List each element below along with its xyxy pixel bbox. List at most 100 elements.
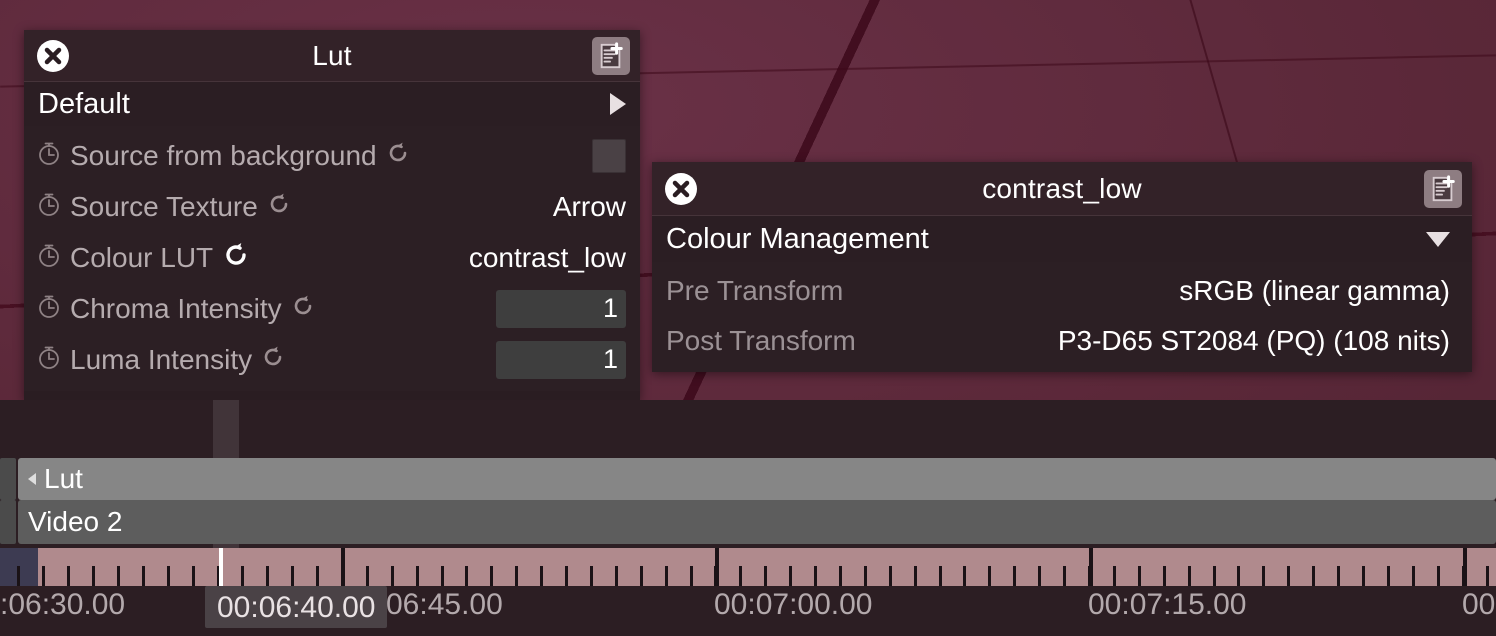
ruler-tick-minor [92, 566, 95, 586]
panel-contrast-low-titlebar[interactable]: contrast_low [652, 162, 1472, 216]
close-icon[interactable] [36, 39, 70, 73]
section-default-label: Default [38, 87, 130, 120]
track-label-video2: Video 2 [28, 506, 123, 537]
ruler-tick-minor [441, 566, 444, 586]
reset-arrow-icon[interactable] [266, 191, 292, 222]
timecode-label: 00 [1462, 588, 1496, 621]
stopwatch-icon[interactable] [36, 293, 62, 324]
ruler-tick-minor [640, 566, 643, 586]
section-default[interactable]: Default [24, 82, 640, 126]
ruler-tick-minor [266, 566, 269, 586]
colour-management-property-list: Pre Transform sRGB (linear gamma) Post T… [652, 262, 1472, 372]
track-stub[interactable] [0, 500, 16, 544]
reset-arrow-icon[interactable] [385, 140, 411, 171]
property-row-source-texture[interactable]: Source Texture Arrow [24, 181, 640, 232]
ruler-tick-major [715, 548, 719, 586]
ruler-tick-minor [1237, 566, 1240, 586]
timeline-ruler[interactable] [0, 548, 1496, 586]
ruler-tick-minor [1113, 566, 1116, 586]
timeline[interactable]: Lut Video 2 :06:30.00 06:45.00 00:07:00.00… [0, 400, 1496, 636]
ruler-tick-minor [590, 566, 593, 586]
ruler-tick-minor [1213, 566, 1216, 586]
property-value-source-texture[interactable]: Arrow [553, 191, 626, 223]
property-label: Luma Intensity [70, 343, 253, 375]
playhead-timecode[interactable]: 00:06:40.00 [205, 586, 388, 628]
ruler-tick-minor [241, 566, 244, 586]
property-value-pre-transform[interactable]: sRGB (linear gamma) [1179, 275, 1450, 307]
ruler-tick-minor [1337, 566, 1340, 586]
number-field-luma-intensity[interactable]: 1 [496, 340, 626, 379]
property-row-chroma-intensity[interactable]: Chroma Intensity 1 [24, 283, 640, 334]
stopwatch-icon[interactable] [36, 242, 62, 273]
property-row-luma-intensity[interactable]: Luma Intensity 1 [24, 334, 640, 385]
stopwatch-icon[interactable] [36, 344, 62, 375]
panel-lut[interactable]: Lut Default Source from background Sourc… [24, 30, 640, 400]
stopwatch-icon[interactable] [36, 140, 62, 171]
ruler-tick-minor [192, 566, 195, 586]
property-row-source-from-background[interactable]: Source from background [24, 130, 640, 181]
ruler-tick-minor [1163, 566, 1166, 586]
reset-arrow-icon[interactable] [290, 293, 316, 324]
ruler-tick-minor [1188, 566, 1191, 586]
stopwatch-icon[interactable] [36, 191, 62, 222]
ruler-tick-minor [963, 566, 966, 586]
panel-lut-title: Lut [312, 39, 352, 71]
property-label: Colour LUT [70, 241, 214, 273]
ruler-tick-minor [565, 566, 568, 586]
ruler-tick-minor [1437, 566, 1440, 586]
panel-contrast-low-title: contrast_low [982, 172, 1142, 204]
property-label: Source Texture [70, 190, 258, 222]
section-colour-management[interactable]: Colour Management [652, 216, 1472, 262]
ruler-tick-minor [1387, 566, 1390, 586]
ruler-tick-minor [515, 566, 518, 586]
timeline-track-video2[interactable]: Video 2 [0, 500, 1496, 544]
property-label: Pre Transform [666, 275, 844, 306]
reset-arrow-icon[interactable] [260, 344, 286, 375]
timeline-track-lut[interactable]: Lut [0, 458, 1496, 500]
panel-contrast-low[interactable]: contrast_low Colour Management Pre Trans… [652, 162, 1472, 372]
ruler-tick-minor [465, 566, 468, 586]
ruler-tick-minor [1362, 566, 1365, 586]
property-value-post-transform[interactable]: P3-D65 ST2084 (PQ) (108 nits) [1058, 325, 1450, 357]
panel-lut-titlebar[interactable]: Lut [24, 30, 640, 82]
ruler-tick-minor [142, 566, 145, 586]
close-icon[interactable] [664, 172, 698, 206]
track-body[interactable]: Video 2 [18, 500, 1496, 544]
timecode-label: 00:07:15.00 [1088, 588, 1247, 621]
ruler-tick-minor [167, 566, 170, 586]
property-row-colour-lut[interactable]: Colour LUT contrast_low [24, 232, 640, 283]
ruler-tick-minor [117, 566, 120, 586]
ruler-tick-minor [291, 566, 294, 586]
ruler-tick-minor [615, 566, 618, 586]
ruler-tick-minor [1486, 566, 1489, 586]
timecode-label: 00:07:00.00 [714, 588, 873, 621]
ruler-tick-minor [1063, 566, 1066, 586]
checkbox-source-from-background[interactable] [592, 138, 626, 173]
property-row-post-transform[interactable]: Post Transform P3-D65 ST2084 (PQ) (108 n… [652, 316, 1472, 366]
ruler-tick-minor [1038, 566, 1041, 586]
ruler-tick-minor [1013, 566, 1016, 586]
ruler-tick-minor [764, 566, 767, 586]
ruler-tick-major [341, 548, 345, 586]
triangle-left-icon[interactable] [28, 473, 36, 485]
document-add-icon[interactable] [592, 36, 630, 75]
ruler-tick-minor [17, 566, 20, 586]
track-stub[interactable] [0, 458, 16, 500]
ruler-tick-minor [1138, 566, 1141, 586]
triangle-right-icon[interactable] [610, 93, 626, 115]
ruler-tick-minor [366, 566, 369, 586]
timecode-label: 06:45.00 [386, 588, 503, 621]
track-body[interactable]: Lut [18, 458, 1496, 500]
reset-arrow-icon[interactable] [221, 240, 251, 275]
property-value-colour-lut[interactable]: contrast_low [469, 242, 626, 274]
property-row-pre-transform[interactable]: Pre Transform sRGB (linear gamma) [652, 266, 1472, 316]
ruler-tick-minor [416, 566, 419, 586]
triangle-down-icon[interactable] [1426, 231, 1450, 247]
playhead-line[interactable] [219, 548, 223, 586]
timecode-labels: :06:30.00 06:45.00 00:07:00.00 00:07:15.00 0… [0, 586, 1496, 636]
ruler-tick-minor [1262, 566, 1265, 586]
number-field-chroma-intensity[interactable]: 1 [496, 289, 626, 328]
document-add-icon[interactable] [1424, 169, 1462, 208]
ruler-tick-minor [739, 566, 742, 586]
ruler-tick-minor [939, 566, 942, 586]
